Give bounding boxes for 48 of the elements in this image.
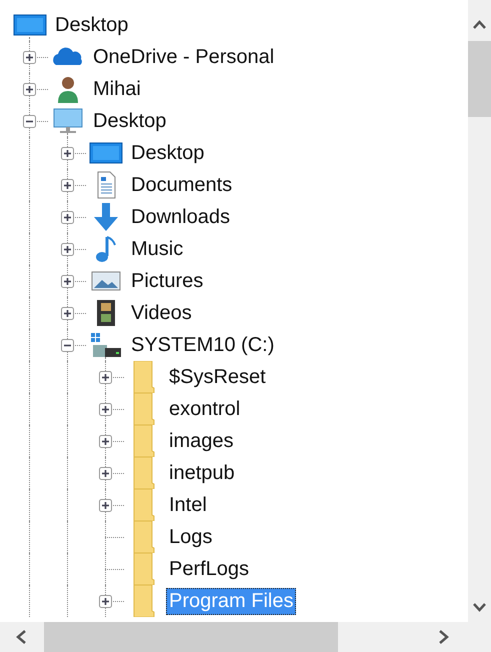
tree-item[interactable]: SYSTEM10 (C:): [128, 332, 278, 358]
collapse-icon[interactable]: [23, 115, 36, 128]
folder-icon: [131, 585, 157, 617]
tree-item[interactable]: Intel: [166, 492, 210, 518]
expand-icon[interactable]: [99, 595, 112, 608]
tree-item[interactable]: OneDrive - Personal: [90, 44, 278, 70]
expand-icon[interactable]: [61, 243, 74, 256]
expand-icon[interactable]: [99, 499, 112, 512]
expand-icon[interactable]: [61, 307, 74, 320]
expand-icon[interactable]: [23, 51, 36, 64]
expand-icon[interactable]: [61, 211, 74, 224]
tree-item[interactable]: Desktop: [52, 12, 132, 38]
expand-icon[interactable]: [61, 275, 74, 288]
expand-icon[interactable]: [99, 371, 112, 384]
collapse-icon[interactable]: [61, 339, 74, 352]
tree-item[interactable]: Logs: [166, 524, 216, 550]
tree-item[interactable]: Documents: [128, 172, 236, 198]
expand-icon[interactable]: [99, 435, 112, 448]
tree-item[interactable]: PerfLogs: [166, 556, 252, 582]
tree-item[interactable]: Desktop: [90, 108, 170, 134]
tree-item[interactable]: Downloads: [128, 204, 233, 230]
tree-item[interactable]: Music: [128, 236, 186, 262]
folder-icon: [131, 425, 157, 457]
tree-item[interactable]: Desktop: [128, 140, 208, 166]
folder-icon: [131, 457, 157, 489]
expand-icon[interactable]: [61, 179, 74, 192]
folder-icon: [131, 361, 157, 393]
tree-item[interactable]: exontrol: [166, 396, 244, 422]
tree-item[interactable]: inetpub: [166, 460, 238, 486]
expand-icon[interactable]: [99, 467, 112, 480]
folder-icon: [131, 489, 157, 521]
horizontal-scrollbar[interactable]: [0, 622, 468, 652]
tree-item[interactable]: $SysReset: [166, 364, 269, 390]
tree-item[interactable]: images: [166, 428, 236, 454]
folder-icon: [131, 393, 157, 425]
tree-item[interactable]: Videos: [128, 300, 195, 326]
drive-icon: [89, 331, 123, 359]
tree-item[interactable]: Pictures: [128, 268, 206, 294]
tree-item[interactable]: Mihai: [90, 76, 144, 102]
scroll-thumb[interactable]: [44, 622, 338, 652]
scroll-thumb[interactable]: [468, 41, 491, 117]
computer-icon: [51, 107, 85, 135]
folder-icon: [131, 553, 157, 585]
expand-icon[interactable]: [99, 403, 112, 416]
folder-icon: [131, 521, 157, 553]
expand-icon[interactable]: [23, 83, 36, 96]
vertical-scrollbar[interactable]: [468, 0, 491, 622]
expand-icon[interactable]: [61, 147, 74, 160]
